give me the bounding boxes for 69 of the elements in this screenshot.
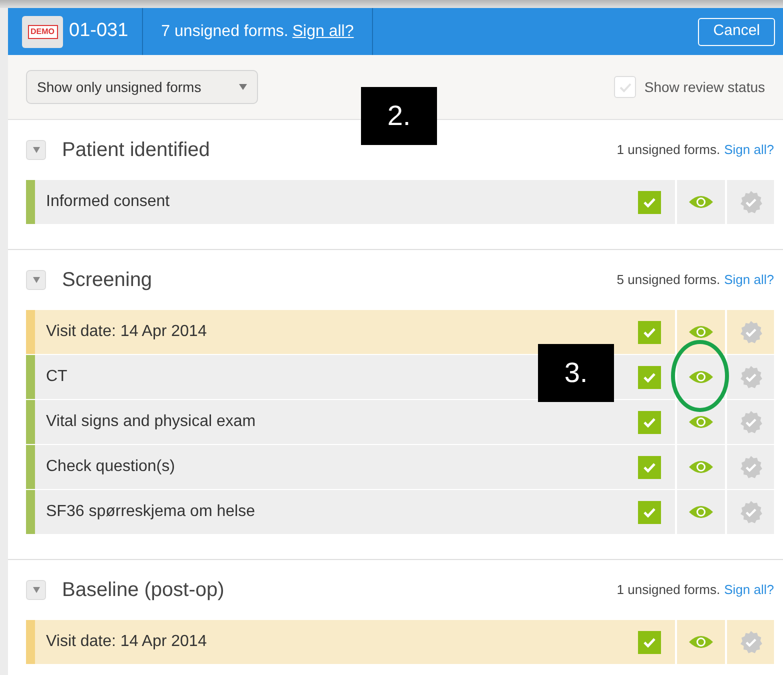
filter-dropdown[interactable]: Show only unsigned forms [26, 70, 258, 104]
form-name: Visit date: 14 Apr 2014 [46, 632, 207, 652]
badge-check-icon[interactable] [738, 320, 762, 344]
checkmark-icon [643, 416, 656, 428]
form-name: Visit date: 14 Apr 2014 [46, 322, 207, 342]
checkbox[interactable] [638, 410, 661, 434]
eye-icon[interactable] [688, 369, 714, 385]
caret-icon [32, 147, 40, 153]
subject-id: 01-031 [69, 19, 128, 44]
caret-icon [239, 84, 247, 90]
status-strip [26, 445, 35, 489]
checkbox[interactable] [638, 366, 661, 388]
eye-icon[interactable] [688, 634, 714, 650]
section-title: Baseline (post-op) [62, 578, 226, 603]
form-row[interactable]: SF36 spørreskjema om helse [26, 490, 675, 534]
unsigned-summary: 1 unsigned forms. [616, 141, 720, 160]
eye-icon[interactable] [688, 504, 714, 520]
unsigned-summary: 7 unsigned forms. [161, 22, 288, 42]
status-strip [26, 490, 35, 534]
status-strip [26, 180, 35, 224]
checkmark-icon [643, 462, 656, 472]
form-name: Informed consent [46, 192, 170, 212]
checkmark-icon [643, 196, 656, 208]
caret-icon [32, 277, 40, 283]
checkbox[interactable] [638, 320, 661, 344]
checkmark-icon [643, 372, 656, 382]
section-title: Patient identified [62, 138, 211, 163]
unsigned-summary: 5 unsigned forms. [616, 271, 720, 290]
badge-check-icon[interactable] [738, 630, 762, 654]
demo-logo: DEMO [28, 24, 58, 38]
form-name: Vital signs and physical exam [46, 412, 256, 432]
collapse-toggle[interactable] [26, 140, 46, 160]
status-strip [26, 400, 35, 444]
form-row[interactable]: Informed consent [26, 180, 675, 224]
eye-icon[interactable] [688, 414, 714, 430]
badge-check-icon[interactable] [738, 500, 762, 524]
checkmark-icon [618, 82, 632, 92]
checkbox[interactable] [638, 456, 661, 478]
form-name: SF36 spørreskjema om helse [46, 502, 255, 522]
review-status-label: Show review status [644, 78, 765, 96]
form-row[interactable]: Check question(s) [26, 445, 675, 489]
eye-icon[interactable] [688, 459, 714, 475]
unsigned-summary: 1 unsigned forms. [616, 581, 720, 600]
badge-check-icon[interactable] [738, 455, 762, 479]
collapse-toggle[interactable] [26, 580, 46, 600]
badge-check-icon[interactable] [738, 410, 762, 434]
checkbox[interactable] [638, 630, 661, 654]
section-title: Screening [62, 268, 154, 293]
checkmark-icon [643, 506, 656, 518]
form-row[interactable]: Visit date: 14 Apr 2014 [26, 620, 675, 664]
badge-check-icon[interactable] [738, 190, 762, 214]
annotation-label: 3. [538, 344, 614, 402]
eye-icon[interactable] [688, 324, 714, 340]
status-strip [26, 620, 35, 664]
checkmark-icon [643, 636, 656, 648]
annotation-label: 2. [361, 87, 437, 145]
form-name: CT [46, 367, 68, 387]
badge-check-icon[interactable] [738, 365, 762, 389]
status-strip [26, 355, 35, 399]
review-checkbox[interactable] [614, 76, 636, 98]
caret-icon [32, 587, 40, 593]
checkbox[interactable] [638, 190, 661, 214]
form-name: Check question(s) [46, 457, 175, 477]
form-row[interactable]: Vital signs and physical exam [26, 400, 675, 444]
status-strip [26, 310, 35, 354]
eye-icon[interactable] [688, 194, 714, 210]
collapse-toggle[interactable] [26, 270, 46, 290]
checkbox[interactable] [638, 500, 661, 524]
checkmark-icon [643, 326, 656, 338]
